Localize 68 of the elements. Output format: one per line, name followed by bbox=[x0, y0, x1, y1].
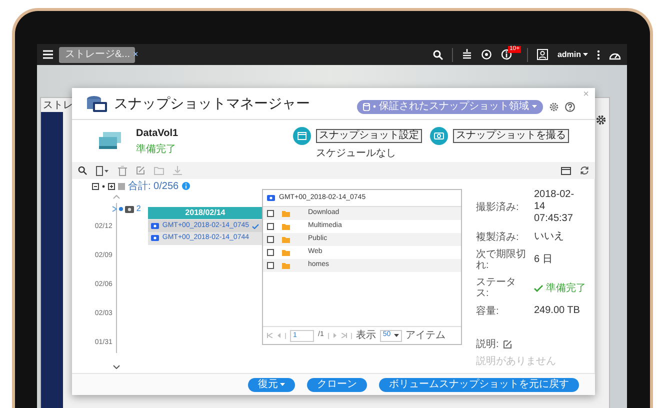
checkbox[interactable] bbox=[267, 210, 274, 217]
status-value: 準備完了 bbox=[546, 282, 586, 296]
expand-icon[interactable] bbox=[108, 182, 115, 190]
dialog-button[interactable]: ボリュームスナップショットを元に戻す bbox=[379, 378, 579, 392]
items-label: アイテム bbox=[406, 329, 446, 343]
edit-icon[interactable] bbox=[136, 166, 145, 175]
gear-icon[interactable] bbox=[595, 114, 607, 126]
detail-label: 複製済み: bbox=[476, 232, 520, 242]
refresh-icon[interactable] bbox=[580, 166, 589, 175]
checkbox[interactable] bbox=[267, 236, 274, 243]
trash-icon[interactable] bbox=[118, 166, 127, 176]
detail-label: ステータス: bbox=[476, 277, 517, 299]
volume-status: 準備完了 bbox=[136, 142, 177, 156]
dot-icon bbox=[102, 184, 105, 188]
snapshot-app-icon bbox=[86, 94, 108, 112]
detail-value: 249.00 TB bbox=[534, 305, 581, 317]
detail-value: 2018-02-14 07:45:37 bbox=[534, 189, 576, 225]
caret-icon bbox=[532, 105, 537, 108]
detail-label: 次で期限切れ: bbox=[476, 249, 527, 271]
snapshot-count: 2 bbox=[136, 203, 142, 215]
app-tab[interactable]: ストレージ&... × bbox=[59, 46, 135, 62]
search-icon[interactable] bbox=[78, 166, 87, 175]
volume-drawing bbox=[98, 131, 124, 151]
dialog-button[interactable]: クローン bbox=[307, 378, 367, 392]
dialog-title: スナップショットマネージャー bbox=[114, 94, 310, 113]
checkbox[interactable] bbox=[267, 223, 274, 230]
close-tab-button[interactable]: × bbox=[133, 48, 138, 62]
filter-dropdown-icon[interactable] bbox=[96, 166, 109, 176]
snapshot-total: 合計: 0/256 bbox=[128, 180, 179, 194]
volume-name: DataVol1 bbox=[136, 126, 178, 140]
stack-icon[interactable] bbox=[462, 49, 472, 60]
check-icon bbox=[534, 284, 543, 292]
description-label: 説明: bbox=[476, 338, 499, 352]
info-icon[interactable] bbox=[501, 49, 512, 60]
settings-icon[interactable] bbox=[549, 102, 559, 112]
window-title: ストレ bbox=[43, 98, 73, 112]
schedule-note: スケジュールなし bbox=[316, 147, 397, 161]
collapse-icon[interactable] bbox=[92, 182, 99, 190]
menu-icon[interactable] bbox=[43, 50, 53, 59]
disk-icon bbox=[363, 102, 370, 110]
window-icon[interactable] bbox=[561, 166, 571, 174]
user-icon[interactable] bbox=[537, 49, 548, 60]
check-icon bbox=[252, 224, 259, 228]
caret-icon bbox=[583, 53, 588, 56]
timeline-marker-icon bbox=[119, 207, 124, 211]
search-icon[interactable] bbox=[433, 50, 444, 60]
take-snapshot-button[interactable]: スナップショットを撮る bbox=[453, 129, 569, 143]
checkbox[interactable] bbox=[267, 262, 274, 269]
checkbox[interactable] bbox=[267, 249, 274, 256]
show-label: 表示 bbox=[356, 328, 376, 343]
detail-label: 容量: bbox=[476, 306, 500, 316]
calendar-icon bbox=[293, 127, 311, 145]
dot-icon bbox=[373, 105, 376, 108]
detail-value: 6 日 bbox=[534, 254, 554, 266]
dialog-button[interactable]: 復元 bbox=[248, 378, 295, 392]
detail-label: 撮影済み: bbox=[476, 202, 520, 212]
more-icon[interactable] bbox=[597, 50, 600, 60]
caret-icon bbox=[394, 334, 399, 337]
user-menu[interactable]: admin bbox=[557, 48, 588, 60]
caret-icon bbox=[280, 383, 285, 386]
help-icon[interactable] bbox=[565, 102, 575, 112]
scroll-down-icon[interactable] bbox=[113, 365, 120, 369]
camera-icon bbox=[430, 127, 448, 145]
app-tab-label: ストレージ&... bbox=[65, 48, 130, 62]
snapshot-date-header: 2018/02/14 bbox=[148, 207, 262, 219]
snapshot-settings-button[interactable]: スナップショット設定 bbox=[316, 129, 422, 143]
detail-value: いいえ bbox=[534, 231, 565, 243]
edit-icon[interactable] bbox=[502, 340, 512, 349]
